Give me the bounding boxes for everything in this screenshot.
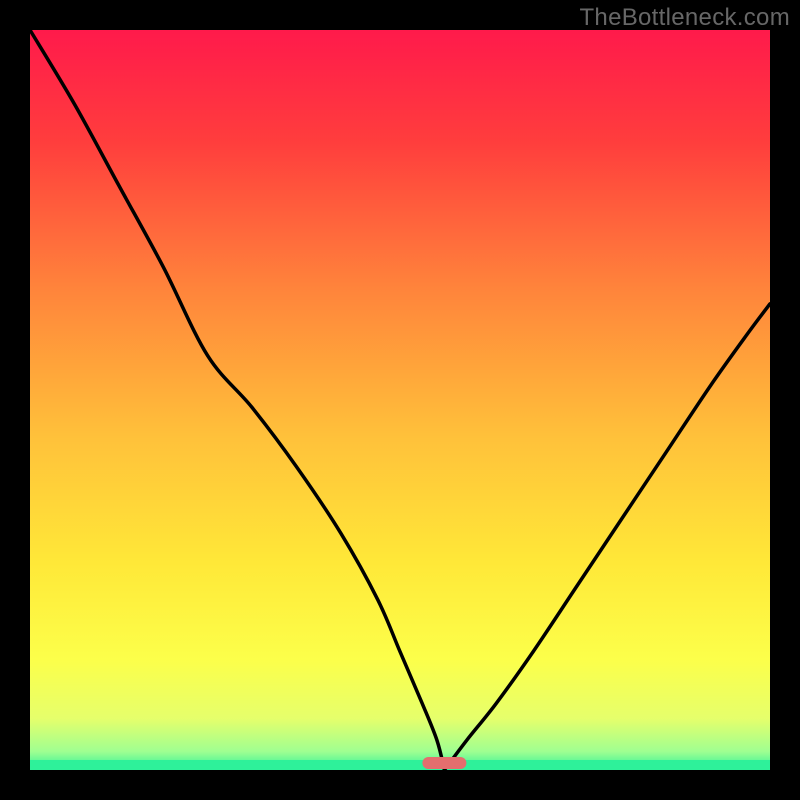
bottleneck-chart (0, 0, 800, 800)
watermark-text: TheBottleneck.com (579, 4, 790, 32)
green-baseline-strip (30, 760, 770, 770)
optimal-point-marker (422, 757, 466, 769)
plot-gradient-background (30, 30, 770, 770)
